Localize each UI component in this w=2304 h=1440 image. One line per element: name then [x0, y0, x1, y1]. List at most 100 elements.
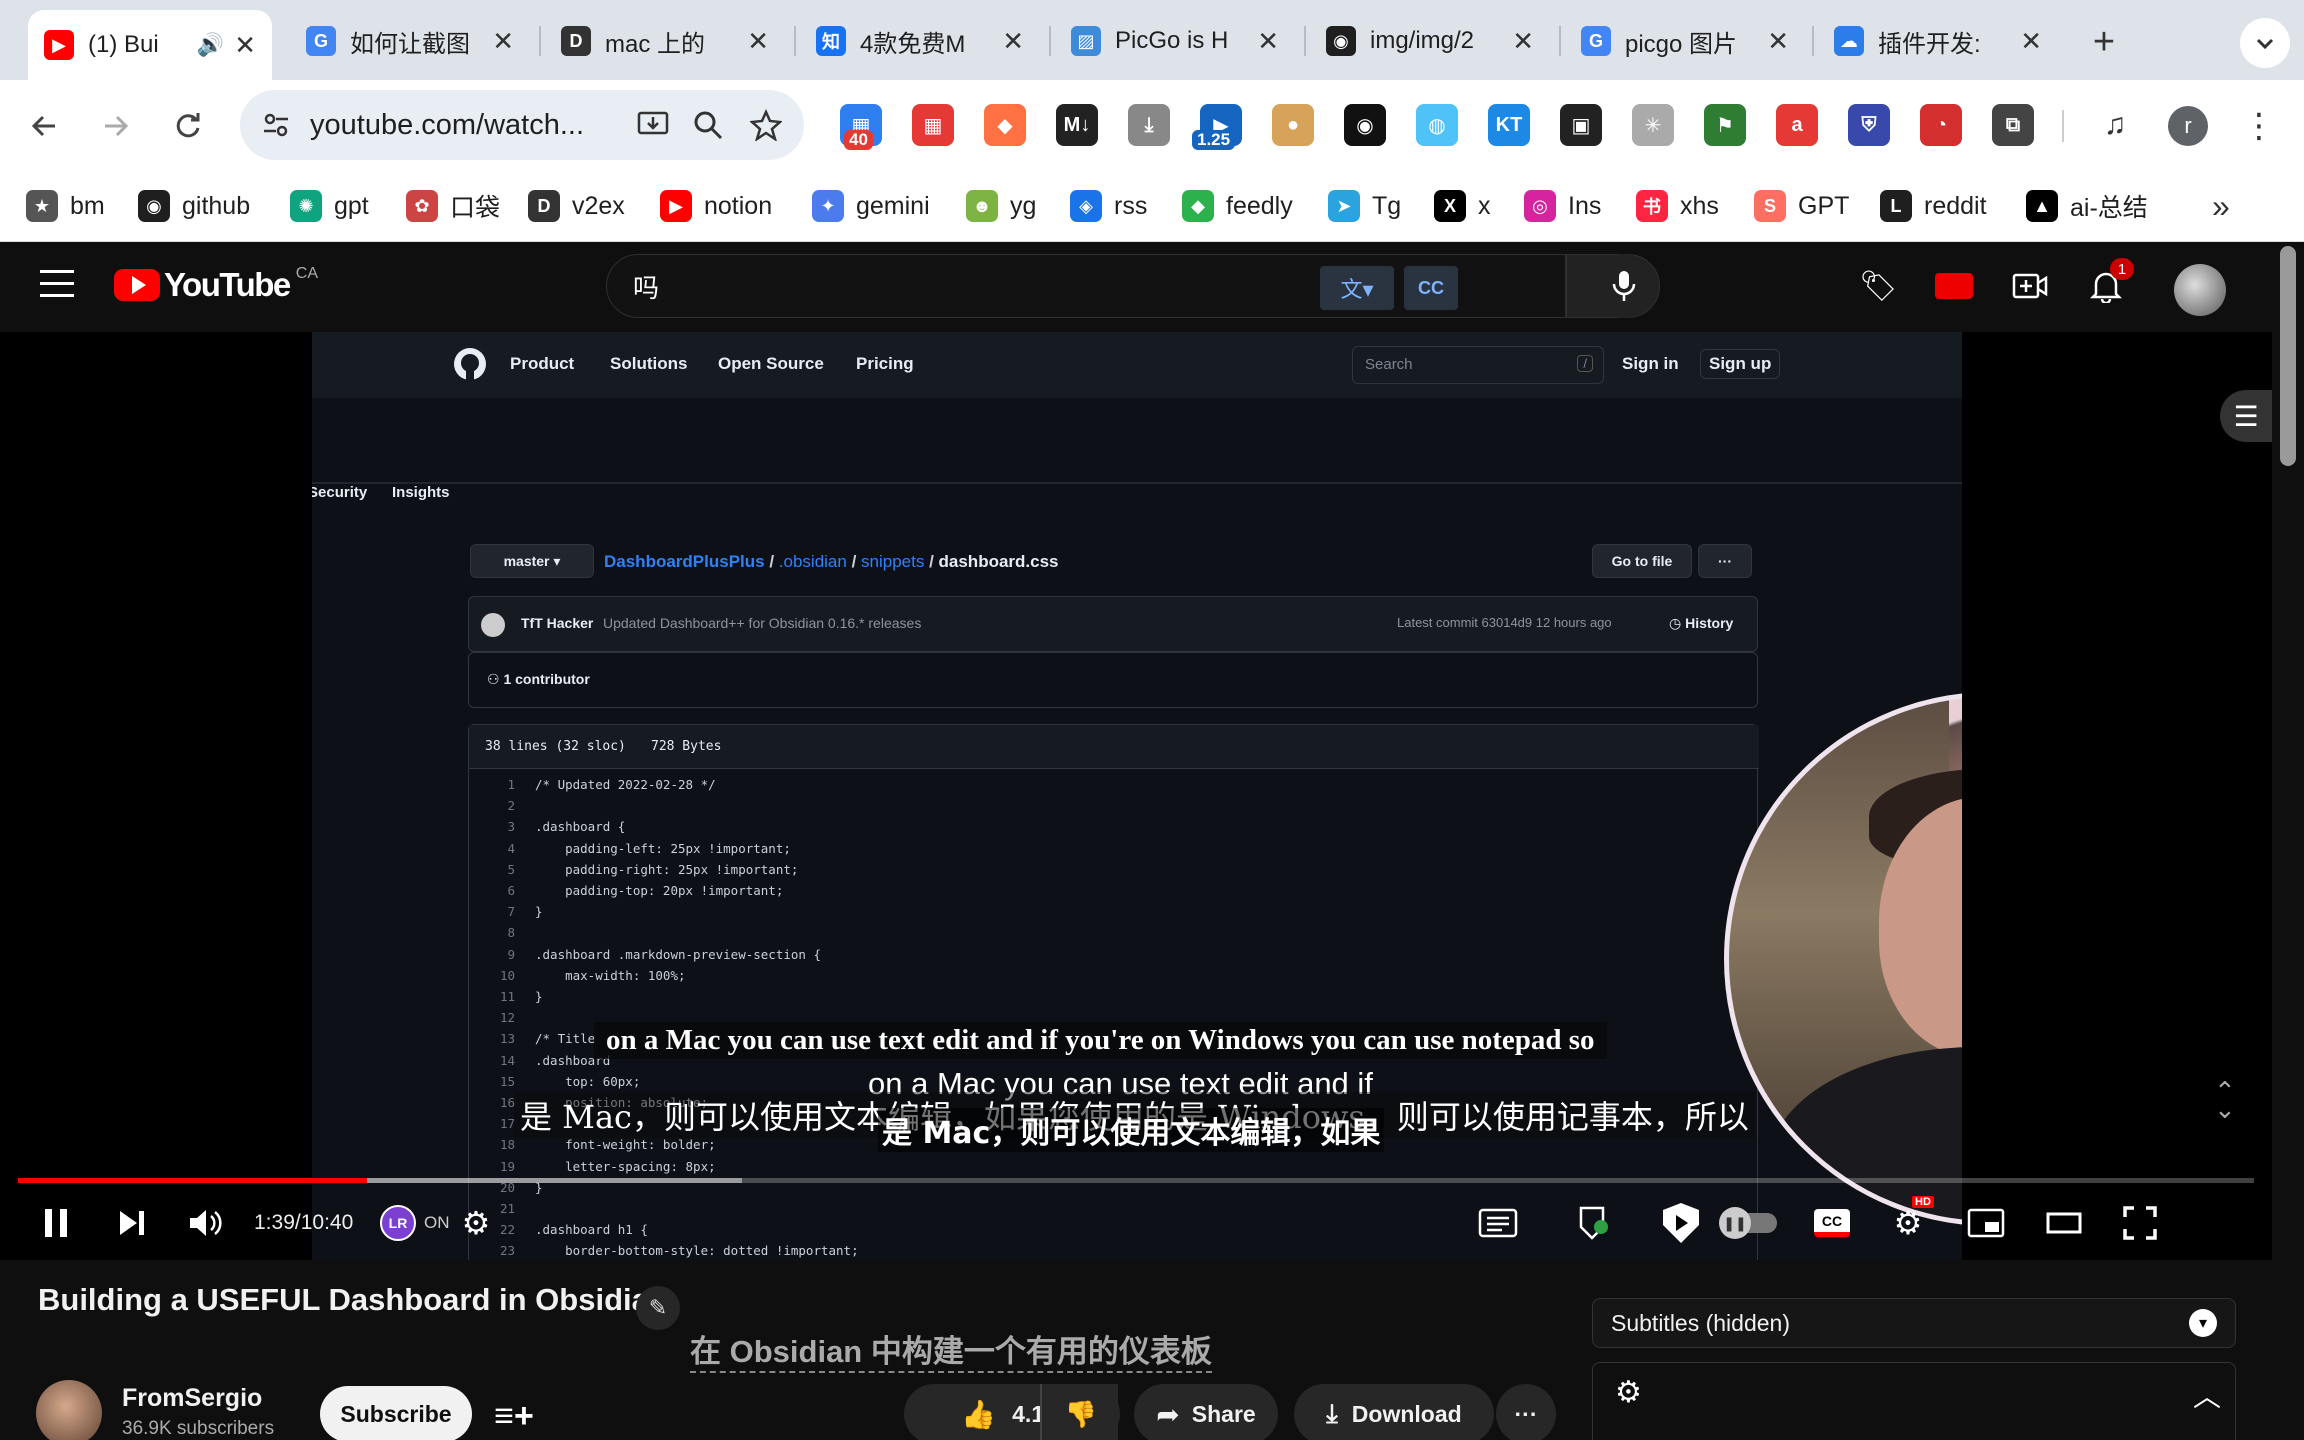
browser-tab[interactable]: ▨ PicGo is H ✕ [1055, 10, 1295, 72]
close-tab-icon[interactable]: ✕ [2020, 26, 2042, 57]
channel-name[interactable]: FromSergio [122, 1384, 262, 1413]
install-app-icon[interactable] [636, 108, 670, 142]
extension-settings-gear-icon[interactable]: ⚙ [458, 1198, 494, 1248]
layers-extension-icon[interactable]: ◆ [984, 104, 1026, 146]
create-video-icon[interactable] [2006, 262, 2054, 310]
share-button[interactable]: ➦ Share [1134, 1384, 1278, 1440]
shield-extension-icon[interactable] [1570, 1198, 1618, 1248]
chevron-up-icon[interactable]: ︿ [2193, 1375, 2221, 1415]
palette-extension-icon[interactable]: ▦ [912, 104, 954, 146]
bookmark-3[interactable]: ✿ 口袋 [406, 184, 500, 228]
forward-button[interactable] [92, 102, 140, 150]
reload-button[interactable] [164, 102, 212, 150]
translate-search-icon[interactable]: 文▾ [1320, 266, 1394, 310]
speaker-icon[interactable]: 🔊 [197, 32, 224, 58]
back-button[interactable] [20, 102, 68, 150]
globe-extension-icon[interactable]: ◍ [1416, 104, 1458, 146]
new-tab-button[interactable]: + [2082, 20, 2126, 64]
address-bar[interactable]: youtube.com/watch... [240, 90, 804, 160]
bookmark-15[interactable]: Lreddit [1880, 184, 1987, 228]
panel-settings-gear-icon[interactable]: ⚙ [1615, 1375, 1642, 1410]
youtube-red-extension-icon[interactable] [1930, 262, 1978, 310]
bookmark-13[interactable]: 书 xhs [1636, 184, 1719, 228]
browser-tab[interactable]: G 如何让截图 ✕ [290, 10, 530, 72]
cookie-extension-icon[interactable]: ● [1272, 104, 1314, 146]
bookmark-4[interactable]: Dv2ex [528, 184, 625, 228]
tag-icon[interactable]: 🏷 [1854, 262, 1902, 310]
browser-tab[interactable]: 知 4款免费M ✕ [800, 10, 1040, 72]
hamburger-menu-icon[interactable] [40, 270, 74, 298]
close-tab-icon[interactable]: ✕ [1002, 26, 1024, 57]
site-settings-icon[interactable] [262, 111, 290, 139]
video-player[interactable]: Product Solutions Open Source Pricing Se… [0, 332, 2272, 1260]
close-tab-icon[interactable]: ✕ [1512, 26, 1534, 57]
cube-extension-icon[interactable]: ▣ [1560, 104, 1602, 146]
settings-button[interactable]: ⚙ HD [1888, 1196, 1934, 1248]
bookmark-6[interactable]: ✦ gemini [812, 184, 930, 228]
bookmark-10[interactable]: ➤ Tg [1328, 184, 1401, 228]
notifications-bell-icon[interactable]: 1 [2082, 258, 2134, 310]
bookmark-2[interactable]: ✺ gpt [290, 184, 369, 228]
bookmark-8[interactable]: ◈ rss [1070, 184, 1147, 228]
theater-mode-button[interactable] [2042, 1198, 2086, 1248]
more-bookmarks-chevron-icon[interactable]: » [2212, 188, 2230, 225]
bookmark-11[interactable]: Xx [1434, 184, 1491, 228]
transcript-button[interactable] [1474, 1198, 1522, 1248]
miniplayer-button[interactable] [1964, 1198, 2008, 1248]
bookmark-16[interactable]: ▲ ai-总结 [2026, 184, 2148, 228]
bookmark-12[interactable]: ◎ Ins [1524, 184, 1601, 228]
flag-extension-icon[interactable]: ⚑ [1704, 104, 1746, 146]
sun-extension-icon[interactable]: ✳ [1632, 104, 1674, 146]
autoplay-toggle[interactable]: ❚❚ [1719, 1198, 1778, 1248]
scrollbar-thumb[interactable] [2280, 246, 2296, 466]
subscribe-button[interactable]: Subscribe [320, 1386, 472, 1440]
chevron-down-circle-icon[interactable]: ▾ [2189, 1309, 2217, 1337]
bookmark-1[interactable]: ◉ github [138, 184, 250, 228]
shield-extension-icon[interactable]: ⛨ [1848, 104, 1890, 146]
fullscreen-button[interactable] [2118, 1198, 2162, 1248]
kt-extension-icon[interactable]: KT [1488, 104, 1530, 146]
dislike-button[interactable]: 👎 [1040, 1384, 1120, 1440]
more-actions-button[interactable]: ··· [1496, 1384, 1556, 1440]
subtitles-cc-button[interactable]: CC [1812, 1198, 1852, 1248]
voice-search-button[interactable] [1592, 254, 1656, 318]
youtube-logo[interactable]: YouTube CA [114, 265, 318, 304]
download-button[interactable]: ⤓ Download [1294, 1384, 1494, 1440]
page-scrollbar[interactable] [2272, 242, 2304, 1440]
add-to-playlist-icon[interactable]: ≡+ [492, 1396, 536, 1436]
glasses-extension-icon[interactable]: ◉ [1344, 104, 1386, 146]
bookmark-9[interactable]: ◆ feedly [1182, 184, 1293, 228]
volume-button[interactable] [186, 1198, 226, 1248]
profile-avatar[interactable]: r [2168, 106, 2208, 146]
channel-avatar[interactable] [36, 1380, 102, 1440]
close-tab-icon[interactable]: ✕ [234, 30, 256, 61]
close-tab-icon[interactable]: ✕ [747, 26, 769, 57]
pause-button[interactable] [36, 1198, 76, 1248]
bookmark-5[interactable]: ▶ notion [660, 184, 772, 228]
search-icon[interactable] [692, 109, 724, 141]
browser-tab[interactable]: ◉ img/img/2 ✕ [1310, 10, 1550, 72]
address-bar-url[interactable]: youtube.com/watch... [310, 109, 636, 142]
translate-title-icon[interactable]: ✎ [636, 1286, 680, 1330]
bookmark-7[interactable]: ☻ yg [966, 184, 1036, 228]
close-tab-icon[interactable]: ✕ [492, 26, 514, 57]
extensions-puzzle-extension-icon[interactable]: ⧉ [1992, 104, 2034, 146]
account-avatar[interactable] [2174, 264, 2226, 316]
caption-search-icon[interactable]: CC [1404, 266, 1458, 310]
transcript-toggle-icon[interactable]: ☰ [2220, 390, 2272, 442]
download-extension-icon[interactable]: ⤓ [1128, 104, 1170, 146]
close-tab-icon[interactable]: ✕ [1257, 26, 1279, 57]
sponsorblock-icon[interactable] [1654, 1198, 1708, 1248]
bookmark-0[interactable]: ★ bm [26, 184, 105, 228]
browser-menu-icon[interactable]: ⋮ [2242, 104, 2276, 148]
browser-tab[interactable]: ▶ (1) Bui 🔊 ✕ [28, 10, 272, 80]
language-reactor-toggle[interactable]: LR ON [380, 1198, 450, 1248]
browser-tab[interactable]: ☁ 插件开发: ✕ [1818, 10, 2058, 72]
bookmark-star-icon[interactable] [750, 109, 782, 141]
subtitles-panel-header[interactable]: Subtitles (hidden) ▾ [1592, 1298, 2236, 1348]
markdown-extension-icon[interactable]: M↓ [1056, 104, 1098, 146]
record-extension-icon[interactable]: ◔ [1920, 104, 1962, 146]
bookmark-14[interactable]: S GPT [1754, 184, 1849, 228]
browser-tab[interactable]: Gpicgo 图片 ✕ [1565, 10, 1805, 72]
translate-extension-icon[interactable]: a [1776, 104, 1818, 146]
